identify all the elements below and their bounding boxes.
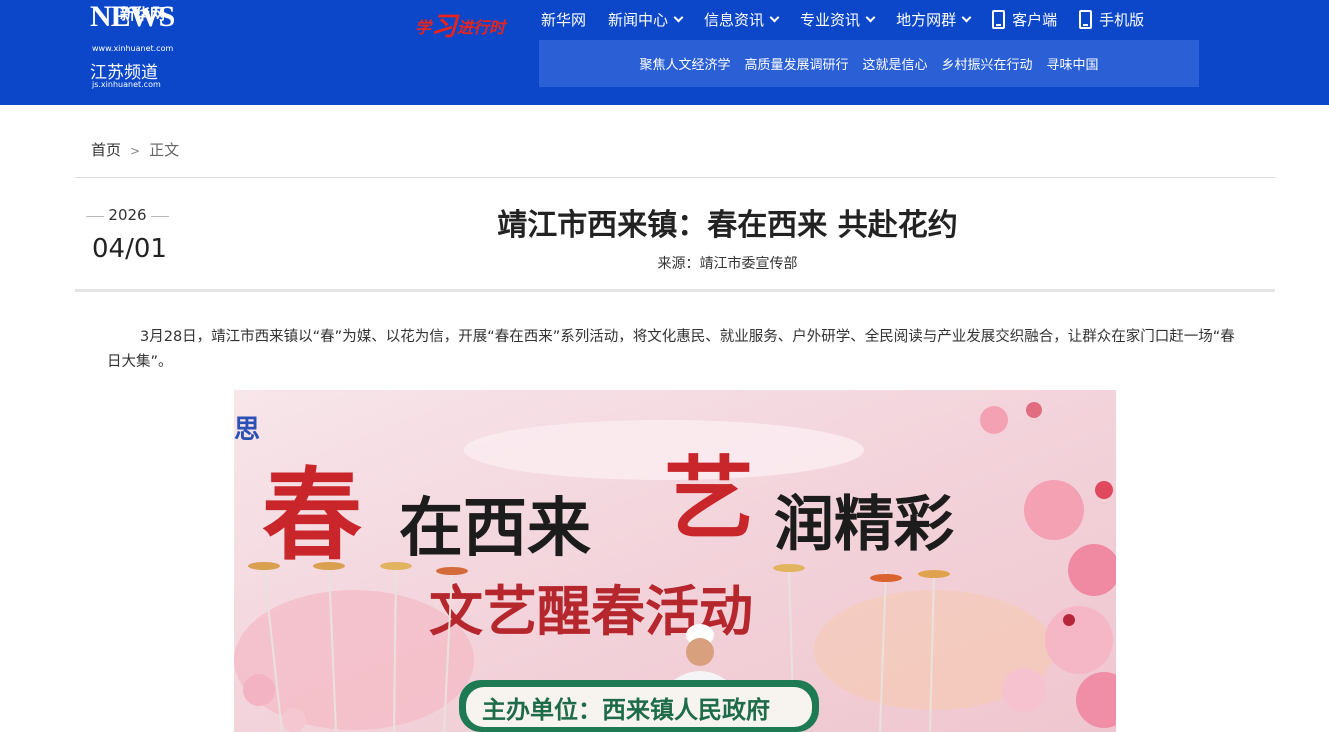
main-nav: 新华网 新闻中心 信息资讯 专业资讯 地方网群 客户端 手机版 bbox=[541, 0, 1166, 38]
nav-client[interactable]: 客户端 bbox=[992, 9, 1057, 30]
banner-text1: 在西来 bbox=[399, 492, 591, 566]
nav-professional[interactable]: 专业资讯 bbox=[800, 9, 876, 30]
banner-char1: 春 bbox=[262, 457, 362, 574]
logo-cn-name: 新华网 bbox=[120, 5, 166, 23]
chevron-down-icon bbox=[673, 12, 684, 22]
breadcrumb-current: 正文 bbox=[149, 141, 180, 159]
breadcrumb: 首页 > 正文 bbox=[91, 139, 179, 160]
subnav-item[interactable]: 聚焦人文经济学 bbox=[639, 54, 730, 73]
subnav-item[interactable]: 寻味中国 bbox=[1047, 54, 1099, 73]
banner-char2: 艺 bbox=[664, 447, 754, 552]
article-title: 靖江市西来镇：春在西来 共赴花约 bbox=[497, 208, 958, 243]
nav-info[interactable]: 信息资讯 bbox=[704, 9, 780, 30]
site-header: NEWS 新华网 www.xinhuanet.com 江苏频道 js.xinhu… bbox=[0, 0, 1329, 105]
nav-mobile[interactable]: 手机版 bbox=[1079, 9, 1144, 30]
slogan-xue: 学 bbox=[415, 20, 432, 37]
nav-label: 信息资讯 bbox=[704, 10, 765, 29]
article-photo: 思 春 在西来 艺 润精彩 文艺醒春活动 主办单位：西来镇人民政府 bbox=[234, 390, 1116, 732]
sub-nav: 聚焦人文经济学 高质量发展调研行 这就是信心 乡村振兴在行动 寻味中国 bbox=[539, 40, 1199, 87]
chevron-down-icon bbox=[961, 12, 972, 22]
nav-news-center[interactable]: 新闻中心 bbox=[608, 9, 684, 30]
organizer-text: 主办单位：西来镇人民政府 bbox=[482, 696, 770, 724]
publish-date: 04/01 bbox=[92, 234, 167, 264]
logo-url: www.xinhuanet.com bbox=[92, 44, 174, 53]
nav-label: 地方网群 bbox=[896, 10, 957, 29]
subnav-item[interactable]: 高质量发展调研行 bbox=[744, 54, 848, 73]
banner-text2: 润精彩 bbox=[774, 490, 954, 560]
chevron-down-icon bbox=[769, 12, 780, 22]
nav-label: 专业资讯 bbox=[800, 10, 861, 29]
divider bbox=[75, 289, 1275, 292]
breadcrumb-separator: > bbox=[130, 144, 141, 158]
breadcrumb-home[interactable]: 首页 bbox=[91, 141, 121, 159]
nav-xinhuanet[interactable]: 新华网 bbox=[541, 9, 586, 30]
divider bbox=[75, 177, 1275, 178]
xuexi-slogan[interactable]: 学习进行时 bbox=[415, 4, 505, 41]
article-source: 来源：靖江市委宣传部 bbox=[657, 256, 798, 272]
subnav-item[interactable]: 乡村振兴在行动 bbox=[942, 54, 1033, 73]
publish-year: 2026 bbox=[86, 206, 169, 224]
nav-label: 客户端 bbox=[1012, 10, 1058, 29]
phone-icon bbox=[992, 9, 1006, 29]
xinhua-logo[interactable]: NEWS 新华网 www.xinhuanet.com 江苏频道 js.xinhu… bbox=[90, 0, 190, 92]
subnav-item[interactable]: 这就是信心 bbox=[862, 54, 927, 73]
slogan-xi: 习 bbox=[431, 12, 458, 41]
slogan-rest: 进行时 bbox=[457, 20, 506, 37]
corner-char: 思 bbox=[234, 415, 260, 445]
nav-label: 新闻中心 bbox=[608, 10, 669, 29]
nav-label: 手机版 bbox=[1099, 10, 1145, 29]
article-paragraph: 3月28日，靖江市西来镇以“春”为媒、以花为信，开展“春在西来”系列活动，将文化… bbox=[107, 329, 1235, 370]
channel-url: js.xinhuanet.com bbox=[92, 80, 161, 89]
nav-local[interactable]: 地方网群 bbox=[896, 9, 972, 30]
phone-icon bbox=[1079, 9, 1093, 29]
chevron-down-icon bbox=[865, 12, 876, 22]
nav-label: 新华网 bbox=[541, 10, 587, 29]
